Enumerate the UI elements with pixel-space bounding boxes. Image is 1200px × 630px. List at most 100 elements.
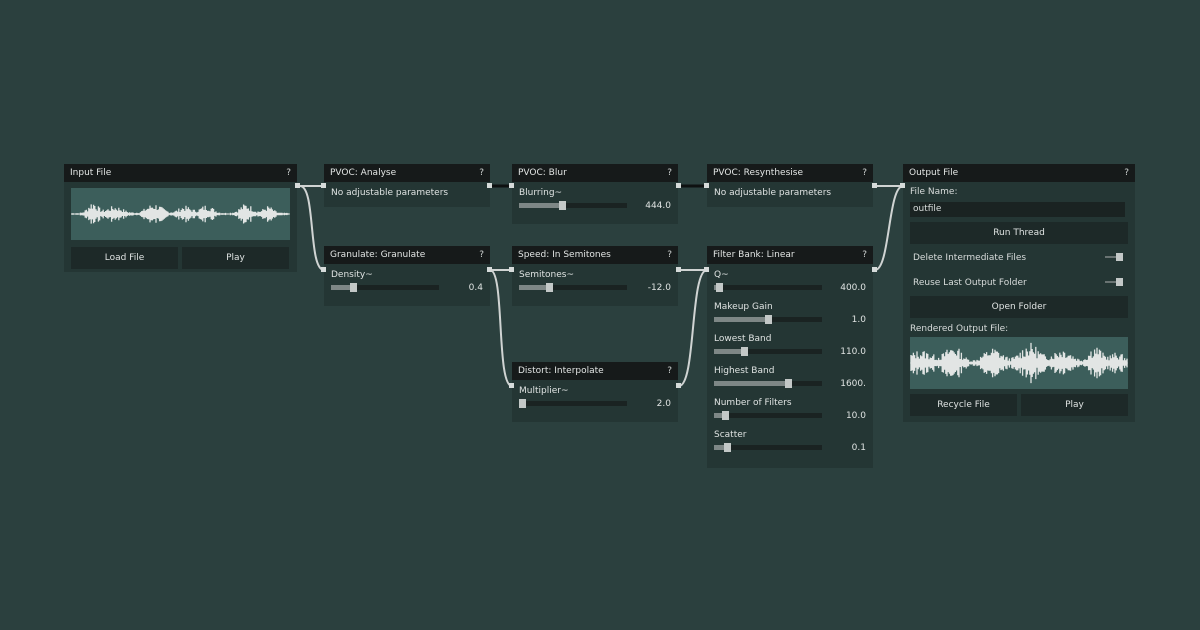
slider-handle[interactable] (721, 411, 729, 420)
wire-input-to-granulate (299, 185, 325, 271)
help-icon[interactable]: ? (479, 246, 484, 264)
slider-handle[interactable] (723, 443, 731, 452)
input-port[interactable] (900, 183, 905, 188)
input-port[interactable] (509, 267, 514, 272)
reuse-folder-toggle[interactable] (1105, 278, 1123, 286)
node-title: Filter Bank: Linear (713, 250, 795, 260)
param-slider[interactable] (714, 411, 822, 420)
input-port[interactable] (321, 267, 326, 272)
input-file-node[interactable]: Input File ? Load File Play (64, 164, 297, 272)
node-header[interactable]: Granulate: Granulate ? (324, 246, 490, 264)
param-slider[interactable] (331, 283, 439, 292)
input-port[interactable] (704, 267, 709, 272)
param-value: 1600. (840, 379, 866, 389)
slider-handle[interactable] (741, 347, 748, 356)
node-header[interactable]: Output File ? (903, 164, 1135, 182)
param-slider-row[interactable]: 2.0 (519, 398, 671, 410)
output-port[interactable] (487, 267, 492, 272)
help-icon[interactable]: ? (862, 246, 867, 264)
help-icon[interactable]: ? (667, 362, 672, 380)
input-port[interactable] (704, 183, 709, 188)
pvoc-resynth-node[interactable]: PVOC: Resynthesise ? No adjustable param… (707, 164, 873, 207)
slider-fill (714, 349, 741, 354)
play-button[interactable]: Play (182, 247, 289, 269)
play-button[interactable]: Play (1021, 394, 1128, 416)
node-header[interactable]: PVOC: Blur ? (512, 164, 678, 182)
node-title: Granulate: Granulate (330, 250, 426, 260)
slider-handle[interactable] (558, 201, 566, 210)
param-label: Makeup Gain (714, 302, 773, 312)
run-thread-button[interactable]: Run Thread (910, 222, 1128, 244)
param-slider[interactable] (519, 283, 627, 292)
param-label: Blurring~ (519, 188, 563, 198)
recycle-file-button[interactable]: Recycle File (910, 394, 1017, 416)
waveform-icon (71, 204, 290, 224)
node-header[interactable]: Filter Bank: Linear ? (707, 246, 873, 264)
slider-handle[interactable] (519, 399, 526, 408)
node-title: Output File (909, 168, 959, 178)
help-icon[interactable]: ? (286, 164, 291, 182)
param-slider[interactable] (714, 283, 822, 292)
output-port[interactable] (487, 183, 492, 188)
input-port[interactable] (509, 383, 514, 388)
no-params-note: No adjustable parameters (714, 188, 832, 198)
load-file-button[interactable]: Load File (71, 247, 178, 269)
output-port[interactable] (872, 183, 877, 188)
param-value: 1.0 (851, 315, 866, 325)
open-folder-button[interactable]: Open Folder (910, 296, 1128, 318)
param-slider-row[interactable]: 400.0 (714, 282, 866, 294)
granulate-node[interactable]: Granulate: Granulate ? Density~ 0.4 (324, 246, 490, 306)
param-slider-row[interactable]: 10.0 (714, 410, 866, 422)
help-icon[interactable]: ? (667, 246, 672, 264)
slider-handle[interactable] (785, 379, 793, 388)
output-port[interactable] (872, 267, 877, 272)
param-slider-row[interactable]: 110.0 (714, 346, 866, 358)
node-header[interactable]: Input File ? (64, 164, 297, 182)
slider-fill (519, 285, 546, 290)
output-port[interactable] (676, 383, 681, 388)
output-port[interactable] (676, 267, 681, 272)
slider-handle[interactable] (350, 283, 358, 292)
param-slider[interactable] (714, 347, 822, 356)
param-slider[interactable] (714, 443, 822, 452)
help-icon[interactable]: ? (1124, 164, 1129, 182)
slider-fill (331, 285, 351, 290)
input-port[interactable] (321, 183, 326, 188)
node-header[interactable]: Speed: In Semitones ? (512, 246, 678, 264)
pvoc-blur-node[interactable]: PVOC: Blur ? Blurring~ 444.0 (512, 164, 678, 224)
output-port[interactable] (676, 183, 681, 188)
output-port[interactable] (295, 183, 300, 188)
param-slider-row[interactable]: 1.0 (714, 314, 866, 326)
node-header[interactable]: Distort: Interpolate ? (512, 362, 678, 380)
waveform-icon (910, 342, 1128, 384)
param-label: Semitones~ (519, 270, 575, 280)
param-slider[interactable] (519, 201, 627, 210)
pvoc-analyse-node[interactable]: PVOC: Analyse ? No adjustable parameters (324, 164, 490, 207)
filter-bank-node[interactable]: Filter Bank: Linear ? Q~ 400.0 Makeup Gain… (707, 246, 873, 468)
file-name-input[interactable]: outfile (910, 202, 1125, 217)
help-icon[interactable]: ? (862, 164, 867, 182)
output-file-node[interactable]: Output File ? File Name: outfile Run Thr… (903, 164, 1135, 422)
param-label: Highest Band (714, 366, 775, 376)
param-slider[interactable] (519, 399, 627, 408)
param-slider-row[interactable]: 0.1 (714, 442, 866, 454)
node-header[interactable]: PVOC: Analyse ? (324, 164, 490, 182)
help-icon[interactable]: ? (479, 164, 484, 182)
slider-handle[interactable] (716, 283, 724, 292)
param-slider-row[interactable]: -12.0 (519, 282, 671, 294)
delete-intermediate-toggle[interactable] (1105, 253, 1123, 261)
param-slider-row[interactable]: 0.4 (331, 282, 483, 294)
param-slider[interactable] (714, 315, 822, 324)
speed-node[interactable]: Speed: In Semitones ? Semitones~ -12.0 (512, 246, 678, 306)
slider-handle[interactable] (764, 315, 772, 324)
reuse-folder-label: Reuse Last Output Folder (913, 278, 1027, 288)
input-port[interactable] (509, 183, 514, 188)
param-label: Multiplier~ (519, 386, 569, 396)
slider-handle[interactable] (546, 283, 553, 292)
help-icon[interactable]: ? (667, 164, 672, 182)
param-slider-row[interactable]: 444.0 (519, 200, 671, 212)
node-header[interactable]: PVOC: Resynthesise ? (707, 164, 873, 182)
distort-node[interactable]: Distort: Interpolate ? Multiplier~ 2.0 (512, 362, 678, 422)
param-slider[interactable] (714, 379, 822, 388)
param-slider-row[interactable]: 1600. (714, 378, 866, 390)
